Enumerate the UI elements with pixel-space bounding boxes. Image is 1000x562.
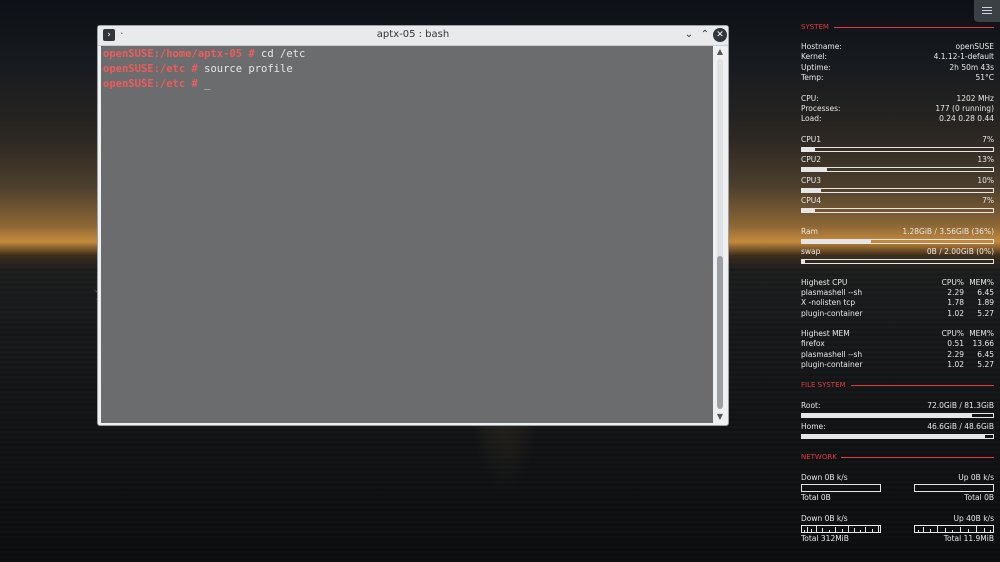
- home-fs-bar: [801, 434, 994, 439]
- graph-spike: [829, 530, 830, 532]
- system-header: SYSTEM: [801, 22, 994, 32]
- shell-command: source profile: [197, 63, 293, 75]
- cpu1-row: CPU1 7%: [801, 135, 994, 144]
- window-title: aptx-05 : bash: [376, 29, 450, 40]
- menu-icon: [982, 7, 992, 8]
- filesystem-header: FILE SYSTEM: [801, 380, 994, 390]
- graph-spike: [835, 527, 836, 532]
- graph-spike: [968, 529, 969, 532]
- wired-down-graph: [801, 484, 881, 492]
- process-row: firefox 0.51 13.66: [801, 339, 994, 348]
- terminal-line: openSUSE:/etc # _: [103, 77, 713, 92]
- scrollbar-thumb[interactable]: [717, 256, 723, 409]
- wired-rate-row: Down 0B k/s Up 0B k/s: [801, 473, 994, 482]
- process-row: plasmashell --sh 2.29 6.45: [801, 350, 994, 359]
- cpu2-row: CPU2 13%: [801, 155, 994, 164]
- ram-row: Ram 1.28GiB / 3.56GiB (36%): [801, 227, 994, 236]
- graph-spike: [937, 526, 938, 532]
- wireless-down-graph: [801, 525, 881, 533]
- terminal-line: openSUSE:/home/aptx-05 # cd /etc: [103, 47, 713, 62]
- graph-spike: [811, 529, 812, 532]
- shell-command: cd /etc: [254, 48, 306, 60]
- scroll-down-icon[interactable]: ▼: [713, 411, 727, 423]
- swap-bar: [801, 259, 994, 264]
- network-header: NETWORK: [801, 452, 994, 462]
- wired-total-row: Total 0B Total 0B: [801, 493, 994, 502]
- shell-prompt: openSUSE:/etc #: [103, 63, 198, 75]
- hostname-row: Hostname: openSUSE: [801, 42, 994, 51]
- shell-prompt: openSUSE:/etc #: [103, 78, 198, 90]
- wireless-rate-row: Down 0B k/s Up 40B k/s: [801, 514, 994, 523]
- highest-mem-header: Highest MEM CPU% MEM%: [801, 329, 994, 338]
- graph-spike: [860, 530, 861, 532]
- maximize-button[interactable]: ⌃: [698, 28, 712, 42]
- graph-spike: [952, 530, 953, 532]
- cpu1-bar: [801, 147, 994, 152]
- graph-spike: [872, 529, 873, 532]
- wireless-up-graph: [914, 525, 994, 533]
- kernel-row: Kernel: 4.1.12-1-default: [801, 52, 994, 61]
- home-fs-row: Home: 46.6GiB / 48.6GiB: [801, 422, 994, 431]
- terminal-titlebar[interactable]: › · aptx-05 : bash ⌄ ⌃ ✕: [98, 26, 728, 46]
- wired-up-graph: [914, 484, 994, 492]
- temp-row: Temp: 51°C: [801, 73, 994, 82]
- graph-spike: [822, 528, 823, 532]
- desktop-menu-button[interactable]: [974, 0, 1000, 22]
- graph-spike: [984, 528, 985, 532]
- graph-spike: [930, 529, 931, 532]
- cpu2-bar: [801, 167, 994, 172]
- terminal-window[interactable]: › · aptx-05 : bash ⌄ ⌃ ✕ openSUSE:/home/…: [97, 25, 729, 426]
- graph-spike: [854, 528, 855, 532]
- graph-spike: [865, 527, 866, 532]
- graph-spike: [878, 526, 879, 532]
- close-button[interactable]: ✕: [713, 28, 727, 42]
- process-row: plugin-container 1.02 5.27: [801, 360, 994, 369]
- graph-spike: [923, 527, 924, 532]
- terminal-scrollbar[interactable]: ▲ ▼: [713, 46, 727, 423]
- terminal-line: openSUSE:/etc # source profile: [103, 62, 713, 77]
- wireless-total-row: Total 312MiB Total 11.9MiB: [801, 534, 994, 543]
- graph-spike: [976, 526, 977, 532]
- graph-spike: [842, 529, 843, 532]
- swap-row: swap 0B / 2.00GiB (0%): [801, 247, 994, 256]
- graph-spike: [960, 527, 961, 532]
- graph-spike: [816, 526, 817, 532]
- graph-spike: [804, 530, 805, 532]
- ram-bar: [801, 239, 994, 244]
- uptime-row: Uptime: 2h 50m 43s: [801, 63, 994, 72]
- minimize-button[interactable]: ⌄: [682, 28, 696, 42]
- graph-spike: [945, 528, 946, 532]
- graph-spike: [990, 530, 991, 532]
- scroll-up-icon[interactable]: ▲: [713, 46, 727, 58]
- terminal-output[interactable]: openSUSE:/home/aptx-05 # cd /etc openSUS…: [101, 46, 713, 423]
- shell-cursor: _: [197, 78, 211, 90]
- graph-spike: [918, 530, 919, 532]
- processes-row: Processes: 177 (0 running): [801, 104, 994, 113]
- cpu4-bar: [801, 208, 994, 213]
- cpu4-row: CPU4 7%: [801, 196, 994, 205]
- root-fs-bar: [801, 413, 994, 418]
- process-row: plasmashell --sh 2.29 6.45: [801, 288, 994, 297]
- cpu-freq-row: CPU: 1202 MHz: [801, 94, 994, 103]
- cpu3-row: CPU3 10%: [801, 176, 994, 185]
- graph-spike: [807, 527, 808, 532]
- graph-spike: [848, 526, 849, 532]
- shell-prompt: openSUSE:/home/aptx-05 #: [103, 48, 255, 60]
- root-fs-row: Root: 72.0GiB / 81.3GiB: [801, 401, 994, 410]
- process-row: plugin-container 1.02 5.27: [801, 309, 994, 318]
- load-row: Load: 0.24 0.28 0.44: [801, 114, 994, 123]
- process-row: X -nolisten tcp 1.78 1.89: [801, 298, 994, 307]
- cpu3-bar: [801, 188, 994, 193]
- highest-cpu-header: Highest CPU CPU% MEM%: [801, 278, 994, 287]
